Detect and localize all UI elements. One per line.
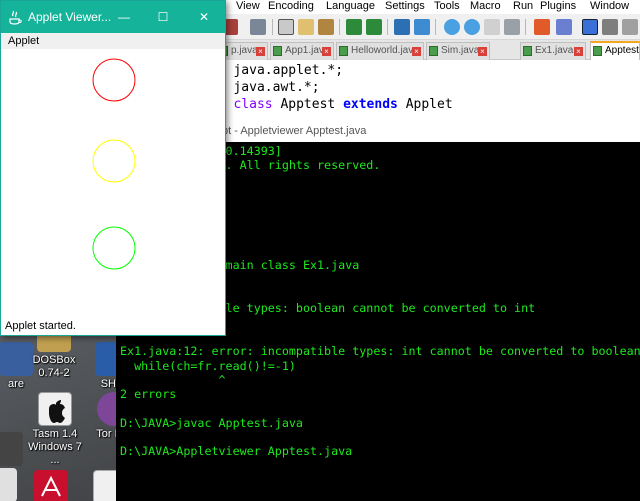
tab-helloworld-java[interactable]: Helloworld.java × bbox=[336, 42, 424, 60]
applet-titlebar[interactable]: Applet Viewer... — ☐ ✕ bbox=[1, 1, 225, 33]
menu-settings[interactable]: Settings bbox=[385, 0, 425, 13]
file-saved-icon bbox=[273, 46, 282, 56]
file-saved-icon bbox=[593, 46, 602, 56]
tab-label: p.java bbox=[231, 45, 258, 56]
folder-workspace-icon[interactable] bbox=[622, 19, 638, 35]
file-saved-icon bbox=[339, 46, 348, 56]
menu-plugins[interactable]: Plugins bbox=[540, 0, 576, 13]
applet-menubar: Applet bbox=[1, 33, 225, 49]
toolbar-separator bbox=[387, 19, 388, 35]
tab-sim-java[interactable]: Sim.java × bbox=[426, 42, 490, 60]
print-icon[interactable] bbox=[250, 19, 266, 35]
minimize-button[interactable]: — bbox=[107, 1, 141, 33]
paragraph-icon[interactable] bbox=[556, 19, 572, 35]
desktop-icon-label: Tasm 1.4 Windows 7 ... bbox=[28, 428, 82, 466]
close-icon[interactable]: × bbox=[412, 47, 421, 56]
keyword: class bbox=[233, 97, 273, 112]
toolbar-separator bbox=[272, 19, 273, 35]
java-icon bbox=[9, 10, 22, 25]
applet-canvas[interactable] bbox=[1, 49, 225, 317]
code-text: java.applet.*; bbox=[225, 63, 344, 78]
word-wrap-icon[interactable] bbox=[504, 19, 520, 35]
redo-icon[interactable] bbox=[366, 19, 382, 35]
green-light bbox=[92, 226, 136, 270]
menu-view[interactable]: View bbox=[236, 0, 260, 13]
cmd-line: 2 errors bbox=[120, 387, 177, 402]
replace-icon[interactable] bbox=[414, 19, 430, 35]
indent-guide-icon[interactable] bbox=[582, 19, 598, 35]
traffic-light-drawing bbox=[92, 58, 136, 270]
tab-label: Apptest bbox=[605, 45, 639, 56]
menu-window[interactable]: Window bbox=[590, 0, 629, 13]
cmd-line: Ex1.java:12: error: incompatible types: … bbox=[120, 344, 640, 359]
apple-icon bbox=[38, 392, 72, 426]
close-icon[interactable]: × bbox=[256, 47, 265, 56]
toolbar-separator bbox=[435, 19, 436, 35]
app-icon bbox=[0, 468, 17, 501]
applet-status: Applet started. bbox=[5, 320, 76, 332]
menu-language[interactable]: Language bbox=[326, 0, 375, 13]
notepad-plus-plus-window[interactable]: View Encoding Language Settings Tools Ma… bbox=[200, 0, 640, 125]
toolbar-separator bbox=[525, 19, 526, 35]
find-icon[interactable] bbox=[394, 19, 410, 35]
tab-apptest[interactable]: Apptest bbox=[590, 41, 640, 60]
close-button[interactable]: ✕ bbox=[187, 1, 221, 33]
code-line: ic class Apptest extends Applet bbox=[210, 96, 453, 113]
applet-viewer-window[interactable]: Applet Viewer... — ☐ ✕ Applet Applet sta… bbox=[0, 0, 226, 336]
cmd-line: D:\JAVA>Appletviewer Apptest.java bbox=[120, 444, 353, 459]
function-list-icon[interactable] bbox=[602, 19, 618, 35]
menu-tools[interactable]: Tools bbox=[434, 0, 460, 13]
cmd-title: pt - Appletviewer Apptest.java bbox=[222, 125, 367, 137]
code-editor[interactable]: rt java.applet.*; rt java.awt.*; ic clas… bbox=[200, 60, 640, 125]
code-text: Apptest bbox=[272, 97, 344, 112]
npp-toolbar bbox=[200, 14, 640, 40]
toolbar-separator bbox=[339, 19, 340, 35]
menu-encoding[interactable]: Encoding bbox=[268, 0, 314, 13]
npp-menubar: View Encoding Language Settings Tools Ma… bbox=[200, 0, 640, 14]
desktop-icon-acrobat[interactable] bbox=[21, 470, 81, 501]
tab-label: Ex1.java bbox=[535, 45, 574, 56]
copy-icon[interactable] bbox=[298, 19, 314, 35]
cmd-line: ^ bbox=[120, 372, 226, 387]
tab-app1-java[interactable]: App1.java × bbox=[270, 42, 334, 60]
app-icon bbox=[0, 432, 23, 466]
code-text: java.awt.*; bbox=[225, 80, 320, 95]
code-line: rt java.applet.*; bbox=[210, 62, 343, 79]
cmd-line: D:\JAVA>javac Apptest.java bbox=[120, 415, 303, 430]
cmd-line: while(ch=fr.read()!=-1) bbox=[120, 358, 296, 373]
close-icon[interactable]: × bbox=[478, 47, 487, 56]
cut-icon[interactable] bbox=[278, 19, 294, 35]
file-saved-icon bbox=[429, 46, 438, 56]
keyword: extends bbox=[343, 97, 398, 112]
npp-tab-bar: p.java × App1.java × Helloworld.java × S… bbox=[200, 40, 640, 60]
sync-scroll-icon[interactable] bbox=[484, 19, 500, 35]
zoom-out-icon[interactable] bbox=[464, 19, 480, 35]
tab-label: Sim.java bbox=[441, 45, 480, 56]
code-line: rt java.awt.*; bbox=[210, 79, 320, 96]
paste-icon[interactable] bbox=[318, 19, 334, 35]
applet-menu[interactable]: Applet bbox=[8, 35, 39, 47]
tab-label: Helloworld.java bbox=[351, 45, 419, 56]
desktop-icon-label: DOSBox 0.74-2 bbox=[32, 354, 76, 379]
zoom-in-icon[interactable] bbox=[444, 19, 460, 35]
undo-icon[interactable] bbox=[346, 19, 362, 35]
applet-title: Applet Viewer... bbox=[28, 10, 112, 24]
acrobat-icon bbox=[34, 470, 68, 501]
show-all-icon[interactable] bbox=[534, 19, 550, 35]
desktop-icon-tasm[interactable]: Tasm 1.4 Windows 7 ... bbox=[25, 392, 85, 467]
tab-ex1-java[interactable]: Ex1.java × bbox=[520, 42, 586, 60]
file-saved-icon bbox=[523, 46, 532, 56]
code-text: Applet bbox=[397, 97, 453, 112]
desktop-icon-label: are bbox=[8, 378, 24, 390]
close-icon[interactable]: × bbox=[574, 47, 583, 56]
menu-macro[interactable]: Macro bbox=[470, 0, 501, 13]
yellow-light bbox=[92, 139, 136, 183]
close-icon[interactable]: × bbox=[322, 47, 331, 56]
menu-run[interactable]: Run bbox=[513, 0, 533, 13]
maximize-button[interactable]: ☐ bbox=[146, 1, 180, 33]
red-light bbox=[92, 58, 136, 102]
